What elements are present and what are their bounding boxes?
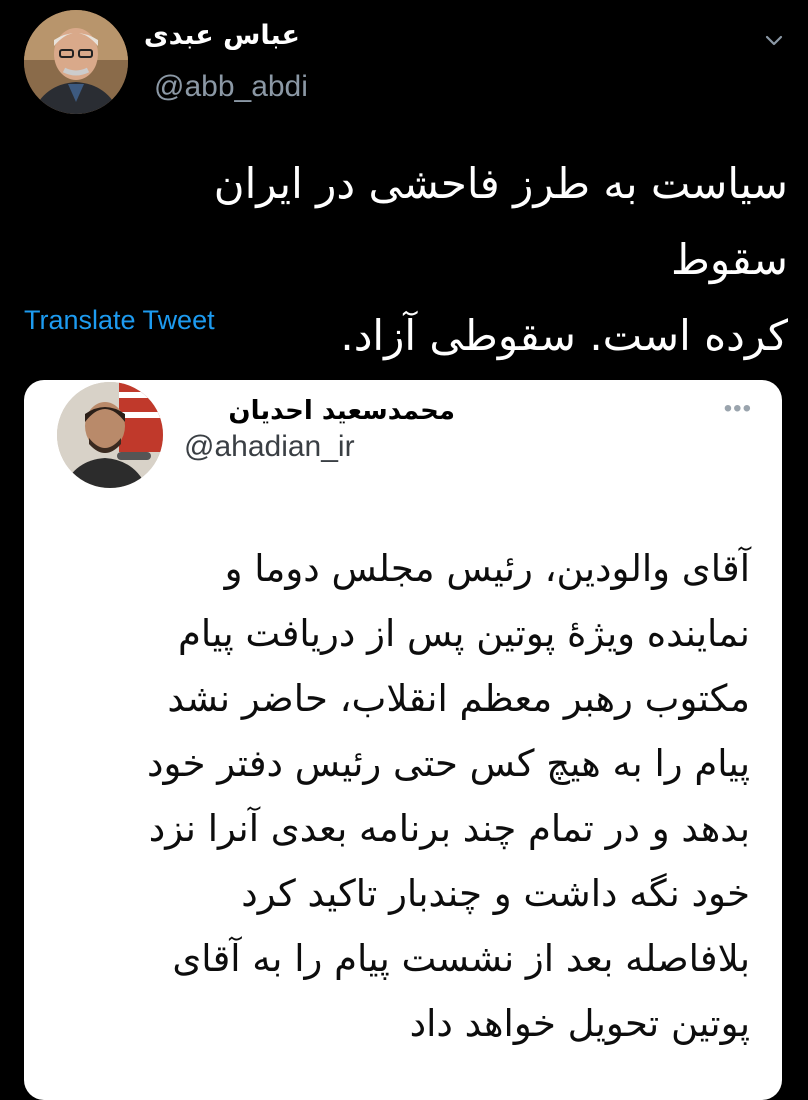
tweet-text-line: سیاست به طرز فاحشی در ایران سقوط xyxy=(213,159,788,284)
tweet-text: سیاست به طرز فاحشی در ایران سقوط کرده اس… xyxy=(88,146,788,374)
quoted-text-line: بدهد و در تمام چند برنامه بعدی آنرا نزد xyxy=(148,807,750,850)
quoted-text-line: آقای والودین، رئیس مجلس دوما و xyxy=(224,547,750,590)
quoted-text-line: پوتین تحویل خواهد داد xyxy=(409,1002,750,1045)
quoted-text-line: پیام را به هیچ کس حتی رئیس دفتر خود xyxy=(147,742,750,785)
author-name[interactable]: عباس عبدی xyxy=(144,20,300,51)
author-avatar[interactable] xyxy=(24,10,128,114)
quoted-text-line: خود نگه داشت و چندبار تاکید کرد xyxy=(241,872,750,915)
more-options-icon[interactable]: ••• xyxy=(724,397,752,421)
quoted-text-line: بلافاصله بعد از نشست پیام را به آقای xyxy=(172,937,750,980)
quoted-author-name[interactable]: محمدسعید احدیان xyxy=(228,396,455,426)
author-handle[interactable]: @abb_abdi xyxy=(154,70,308,104)
quoted-author-avatar[interactable] xyxy=(57,382,163,488)
quoted-author-handle[interactable]: @ahadian_ir xyxy=(184,430,355,464)
chevron-down-icon[interactable] xyxy=(762,28,786,52)
quoted-text-line: مکتوب رهبر معظم انقلاب، حاضر نشد xyxy=(167,677,750,720)
quoted-tweet-card[interactable]: محمدسعید احدیان @ahadian_ir ••• آقای وال… xyxy=(24,380,782,1100)
translate-tweet-link[interactable]: Translate Tweet xyxy=(24,305,215,336)
quoted-tweet-text: آقای والودین، رئیس مجلس دوما و نماینده و… xyxy=(50,536,750,1056)
quoted-text-line: نماینده ویژۀ پوتین پس از دریافت پیام xyxy=(177,612,750,655)
